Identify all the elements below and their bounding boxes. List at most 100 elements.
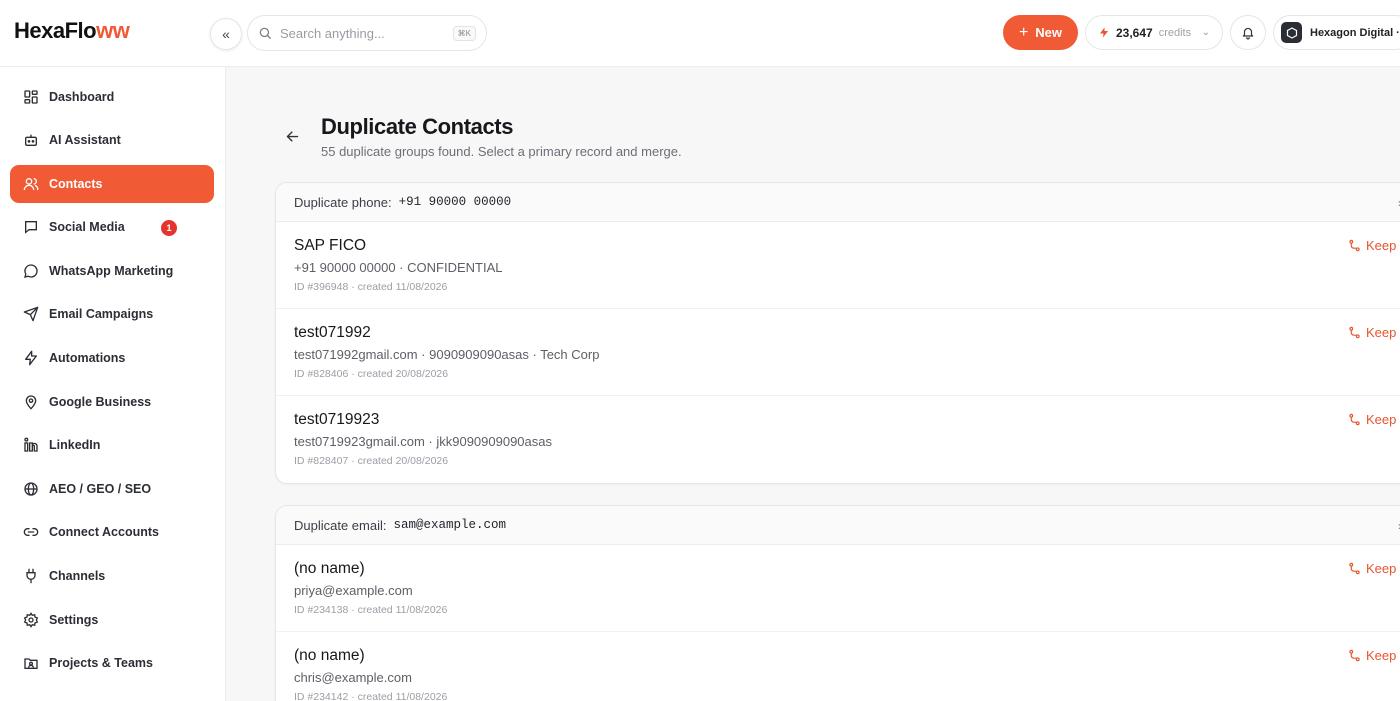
double-chevron-left-icon: « — [222, 26, 230, 42]
keep-label: Keep — [1366, 412, 1397, 427]
sidebar-item-whatsapp-marketing[interactable]: WhatsApp Marketing — [10, 252, 214, 290]
sidebar-item-aeo-geo-seo[interactable]: AEO / GEO / SEO — [10, 470, 214, 508]
folder-users-icon — [24, 658, 38, 669]
sidebar-item-projects-teams[interactable]: Projects & Teams — [10, 644, 214, 682]
sidebar-item-ai-assistant[interactable]: AI Assistant — [10, 121, 214, 159]
top-bar: HexaFloww « ⌘K + New 23,647 credits ⌄ He… — [0, 0, 1400, 67]
credits-amount: 23,647 — [1116, 25, 1153, 40]
sidebar-item-label: AI Assistant — [49, 133, 121, 147]
notifications-button[interactable] — [1230, 15, 1266, 50]
contact-detail: chris@example.com — [294, 670, 412, 685]
contact-row: (no name) priya@example.com ID #234138 ·… — [276, 545, 1400, 632]
sidebar-item-social-media[interactable]: Social Media 1 — [10, 208, 214, 246]
sidebar-item-label: Social Media — [49, 220, 125, 234]
map-pin-icon — [25, 395, 37, 410]
bell-icon — [1242, 27, 1254, 40]
group-value: +91 90000 00000 — [398, 195, 512, 209]
keep-label: Keep — [1366, 238, 1397, 253]
contact-meta: ID #234138 · created 11/08/2026 — [294, 604, 448, 616]
sidebar-item-connect-accounts[interactable]: Connect Accounts — [10, 513, 214, 551]
plug-icon — [26, 568, 36, 584]
sidebar: Dashboard AI Assistant Contacts Social M… — [0, 67, 226, 701]
search-bar[interactable]: ⌘K — [247, 15, 487, 51]
keep-label: Keep — [1366, 325, 1397, 340]
contact-row: test0719923 test0719923gmail.com · jkk90… — [276, 396, 1400, 483]
keep-button[interactable]: Keep — [1348, 325, 1396, 340]
contact-name: (no name) — [294, 560, 365, 577]
robot-icon — [25, 134, 37, 146]
contact-meta: ID #828407 · created 20/08/2026 — [294, 455, 449, 467]
keep-button[interactable]: Keep — [1348, 238, 1396, 253]
keep-label: Keep — [1366, 648, 1397, 663]
sidebar-item-label: LinkedIn — [49, 438, 101, 452]
keep-button[interactable]: Keep — [1348, 648, 1396, 663]
app-logo[interactable]: HexaFloww — [14, 18, 130, 44]
workspace-switcher[interactable]: Hexagon Digital · D — [1273, 15, 1400, 50]
contact-meta: ID #828406 · created 20/08/2026 — [294, 368, 449, 380]
contact-row: test071992 test071992gmail.com · 9090909… — [276, 309, 1400, 396]
sidebar-item-email-campaigns[interactable]: Email Campaigns — [10, 295, 214, 333]
sidebar-item-google-business[interactable]: Google Business — [10, 383, 214, 421]
contact-row: SAP FICO +91 90000 00000 · CONFIDENTIAL … — [276, 222, 1400, 309]
linkedin-icon — [24, 437, 38, 452]
sidebar-item-automations[interactable]: Automations — [10, 339, 214, 377]
keep-button[interactable]: Keep — [1348, 561, 1396, 576]
collapse-sidebar-button[interactable]: « — [210, 18, 242, 50]
notification-badge: 1 — [161, 220, 177, 236]
sidebar-item-linkedin[interactable]: LinkedIn — [10, 426, 214, 464]
new-button[interactable]: + New — [1003, 15, 1078, 50]
merge-icon — [1349, 649, 1360, 662]
sidebar-item-contacts[interactable]: Contacts — [10, 165, 214, 203]
users-icon — [23, 178, 39, 191]
keep-label: Keep — [1366, 561, 1397, 576]
sidebar-item-label: Automations — [49, 351, 126, 365]
sidebar-item-channels[interactable]: Channels — [10, 557, 214, 595]
search-input[interactable] — [280, 25, 440, 41]
group-header[interactable]: Duplicate phone: +91 90000 00000 › — [276, 183, 1400, 222]
contact-name: SAP FICO — [294, 237, 367, 254]
sidebar-item-label: Google Business — [49, 395, 152, 409]
contact-meta: ID #234142 · created 11/08/2026 — [294, 691, 448, 701]
workspace-logo-icon — [1281, 22, 1302, 43]
plus-icon: + — [1018, 23, 1029, 41]
contact-meta: ID #396948 · created 11/08/2026 — [294, 281, 448, 293]
sidebar-item-settings[interactable]: Settings — [10, 601, 214, 639]
duplicate-group-card: Duplicate email: sam@example.com › (no n… — [275, 505, 1400, 701]
merge-icon — [1349, 239, 1360, 252]
contact-name: (no name) — [294, 647, 365, 664]
bolt-icon — [25, 350, 37, 366]
sidebar-item-label: WhatsApp Marketing — [49, 264, 174, 278]
whatsapp-icon — [24, 264, 38, 278]
chevron-down-icon: ⌄ — [1201, 27, 1210, 38]
group-label: Duplicate phone: — [294, 194, 392, 210]
group-header[interactable]: Duplicate email: sam@example.com › — [276, 506, 1400, 545]
merge-icon — [1349, 562, 1360, 575]
credits-dropdown[interactable]: 23,647 credits ⌄ — [1085, 15, 1223, 50]
logo-accent-text: ww — [96, 18, 130, 43]
sidebar-item-label: Channels — [49, 569, 106, 583]
new-button-label: New — [1035, 25, 1063, 40]
chat-icon — [25, 221, 37, 234]
merge-icon — [1349, 413, 1360, 426]
keep-button[interactable]: Keep — [1348, 412, 1396, 427]
credits-unit: credits — [1158, 26, 1192, 39]
search-shortcut-hint: ⌘K — [452, 25, 476, 41]
duplicate-group-card: Duplicate phone: +91 90000 00000 › SAP F… — [275, 182, 1400, 484]
sidebar-item-label: Email Campaigns — [49, 307, 154, 321]
sidebar-item-dashboard[interactable]: Dashboard — [10, 78, 214, 116]
sidebar-item-label: Dashboard — [49, 90, 115, 104]
group-label: Duplicate email: — [294, 517, 387, 533]
page-title: Duplicate Contacts — [321, 114, 514, 139]
arrow-left-icon — [286, 130, 298, 142]
contact-detail: priya@example.com — [294, 583, 413, 598]
search-icon — [259, 27, 271, 39]
contact-detail: +91 90000 00000 · CONFIDENTIAL — [294, 260, 503, 275]
dashboard-icon — [24, 90, 38, 104]
group-value: sam@example.com — [393, 518, 507, 532]
send-icon — [23, 306, 39, 322]
workspace-name: Hexagon Digital · D — [1310, 26, 1400, 39]
sidebar-item-label: AEO / GEO / SEO — [49, 482, 152, 496]
sidebar-item-label: Contacts — [49, 177, 103, 191]
back-button[interactable] — [280, 124, 304, 148]
contact-row: (no name) chris@example.com ID #234142 ·… — [276, 632, 1400, 701]
